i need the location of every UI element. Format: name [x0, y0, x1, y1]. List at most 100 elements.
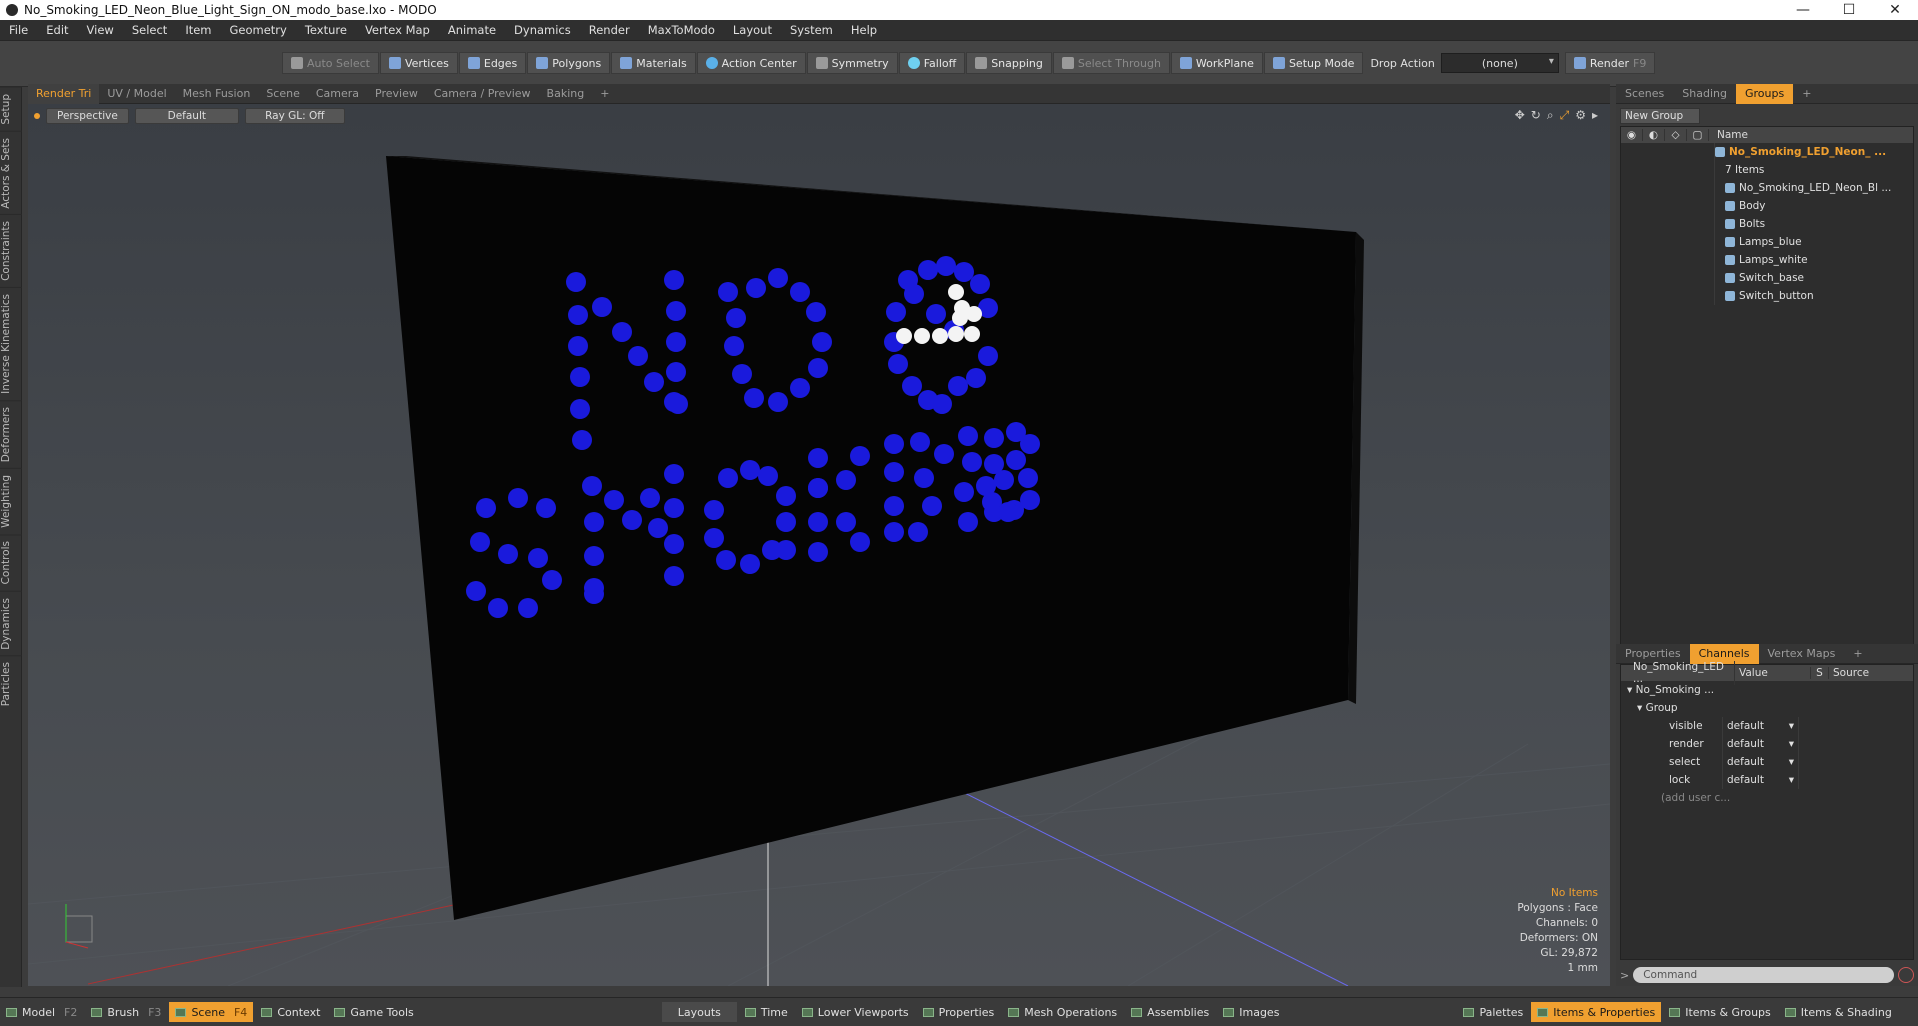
gear-icon[interactable]: ⚙ — [1575, 108, 1586, 123]
command-input[interactable]: Command — [1633, 967, 1894, 983]
polygons-button[interactable]: Polygons — [527, 52, 611, 74]
menu-texture[interactable]: Texture — [296, 23, 356, 37]
edges-button[interactable]: Edges — [458, 52, 527, 74]
tab-particles[interactable]: Particles — [0, 655, 22, 713]
list-item[interactable]: Body — [1621, 197, 1913, 215]
chevron-down-icon[interactable]: ▾ — [1789, 774, 1794, 786]
menu-render[interactable]: Render — [580, 23, 639, 37]
menu-edit[interactable]: Edit — [37, 23, 77, 37]
menu-system[interactable]: System — [781, 23, 842, 37]
menu-item[interactable]: Item — [176, 23, 220, 37]
items-groups-button[interactable]: Items & Groups — [1663, 1002, 1777, 1022]
tab-scenes[interactable]: Scenes — [1616, 84, 1673, 104]
tab-camera[interactable]: Camera — [308, 84, 367, 104]
menu-maxtomodo[interactable]: MaxToModo — [639, 23, 724, 37]
tab-baking[interactable]: Baking — [539, 84, 593, 104]
tab-dynamics[interactable]: Dynamics — [0, 590, 22, 656]
raygl-button[interactable]: Ray GL: Off — [244, 108, 345, 124]
time-button[interactable]: Time — [739, 1002, 794, 1022]
tab-deformers[interactable]: Deformers — [0, 400, 22, 469]
drop-action-select[interactable]: (none) — [1440, 53, 1559, 73]
view-perspective-button[interactable]: Perspective — [46, 108, 129, 124]
snapping-button[interactable]: Snapping — [966, 52, 1052, 74]
close-button[interactable]: ✕ — [1872, 0, 1918, 20]
items-shading-button[interactable]: Items & Shading — [1779, 1002, 1898, 1022]
context-layout-button[interactable]: Context — [255, 1002, 326, 1022]
add-right-tab-button[interactable]: + — [1793, 84, 1820, 104]
list-item[interactable]: No_Smoking_LED_Neon_Bl ... — [1621, 179, 1913, 197]
symmetry-button[interactable]: Symmetry — [806, 52, 898, 74]
tab-groups[interactable]: Groups — [1735, 83, 1794, 104]
3d-viewport[interactable]: Perspective Default Ray GL: Off ✥ ↻ ⌕ ⤢ … — [28, 104, 1610, 986]
menu-view[interactable]: View — [78, 23, 123, 37]
tab-shading[interactable]: Shading — [1673, 84, 1736, 104]
vertices-button[interactable]: Vertices — [379, 52, 458, 74]
menu-help[interactable]: Help — [842, 23, 886, 37]
menu-select[interactable]: Select — [123, 23, 176, 37]
new-group-button[interactable]: New Group — [1620, 108, 1700, 124]
action-center-button[interactable]: Action Center — [696, 52, 806, 74]
falloff-button[interactable]: Falloff — [898, 52, 966, 74]
list-item[interactable]: Lamps_blue — [1621, 233, 1913, 251]
auto-select-button[interactable]: Auto Select — [282, 52, 379, 74]
tab-setup[interactable]: Setup — [0, 87, 22, 131]
list-item[interactable]: Lamps_white — [1621, 251, 1913, 269]
tab-weighting[interactable]: Weighting — [0, 468, 22, 535]
tab-render-tri[interactable]: Render Tri — [28, 83, 100, 104]
chevron-down-icon[interactable]: ▾ — [1789, 756, 1794, 768]
maximize-button[interactable]: ☐ — [1826, 0, 1872, 20]
list-item[interactable]: Bolts — [1621, 215, 1913, 233]
channel-group-row[interactable]: ▾ Group — [1621, 699, 1913, 717]
tab-mesh-fusion[interactable]: Mesh Fusion — [175, 84, 259, 104]
channel-row-visible[interactable]: visible default ▾ — [1621, 717, 1913, 735]
move-view-icon[interactable]: ✥ — [1515, 108, 1525, 123]
scene-layout-button[interactable]: Scene F4 — [169, 1002, 254, 1022]
tab-camera-preview[interactable]: Camera / Preview — [426, 84, 539, 104]
add-prop-tab-button[interactable]: + — [1844, 644, 1871, 664]
add-user-channel-row[interactable]: (add user c... — [1621, 789, 1913, 807]
properties-button[interactable]: Properties — [917, 1002, 1001, 1022]
menu-vertex-map[interactable]: Vertex Map — [356, 23, 439, 37]
palettes-button[interactable]: Palettes — [1457, 1002, 1529, 1022]
images-button[interactable]: Images — [1217, 1002, 1285, 1022]
select-through-button[interactable]: Select Through — [1052, 52, 1170, 74]
tab-scene[interactable]: Scene — [258, 84, 308, 104]
lower-viewports-button[interactable]: Lower Viewports — [796, 1002, 915, 1022]
channel-row-lock[interactable]: lock default ▾ — [1621, 771, 1913, 789]
game-tools-layout-button[interactable]: Game Tools — [328, 1002, 419, 1022]
menu-layout[interactable]: Layout — [724, 23, 781, 37]
minimize-button[interactable]: — — [1780, 0, 1826, 20]
menu-animate[interactable]: Animate — [439, 23, 505, 37]
mesh-operations-button[interactable]: Mesh Operations — [1002, 1002, 1123, 1022]
tab-controls[interactable]: Controls — [0, 534, 22, 591]
tab-actors-sets[interactable]: Actors & Sets — [0, 130, 22, 215]
add-tab-button[interactable]: + — [592, 84, 617, 104]
tab-constraints[interactable]: Constraints — [0, 214, 22, 288]
menu-file[interactable]: File — [0, 23, 37, 37]
setup-mode-button[interactable]: Setup Mode — [1263, 52, 1364, 74]
menu-geometry[interactable]: Geometry — [221, 23, 296, 37]
rotate-view-icon[interactable]: ↻ — [1531, 108, 1541, 123]
zoom-view-icon[interactable]: ⌕ — [1547, 108, 1554, 123]
list-item[interactable]: Switch_base — [1621, 269, 1913, 287]
tab-preview[interactable]: Preview — [367, 84, 426, 104]
layouts-button[interactable]: Layouts — [661, 1002, 737, 1022]
workplane-button[interactable]: WorkPlane — [1170, 52, 1263, 74]
items-properties-button[interactable]: Items & Properties — [1531, 1002, 1662, 1022]
chevron-down-icon[interactable]: ▾ — [1789, 738, 1794, 750]
materials-button[interactable]: Materials — [611, 52, 696, 74]
fit-view-icon[interactable]: ⤢ — [1560, 108, 1570, 123]
channel-row-render[interactable]: render default ▾ — [1621, 735, 1913, 753]
channel-row-select[interactable]: select default ▾ — [1621, 753, 1913, 771]
menu-dynamics[interactable]: Dynamics — [505, 23, 580, 37]
chevron-right-icon[interactable]: ▸ — [1592, 108, 1598, 123]
tab-vertex-maps[interactable]: Vertex Maps — [1759, 644, 1845, 664]
shading-default-button[interactable]: Default — [134, 108, 239, 124]
tab-uv-model[interactable]: UV / Model — [99, 84, 174, 104]
brush-layout-button[interactable]: Brush F3 — [85, 1002, 167, 1022]
chevron-down-icon[interactable]: ▾ — [1789, 720, 1794, 732]
group-root-row[interactable]: No_Smoking_LED_Neon_ ... — [1621, 143, 1913, 161]
list-item[interactable]: Switch_button — [1621, 287, 1913, 305]
tab-inverse-kinematics[interactable]: Inverse Kinematics — [0, 287, 22, 401]
assemblies-button[interactable]: Assemblies — [1125, 1002, 1215, 1022]
